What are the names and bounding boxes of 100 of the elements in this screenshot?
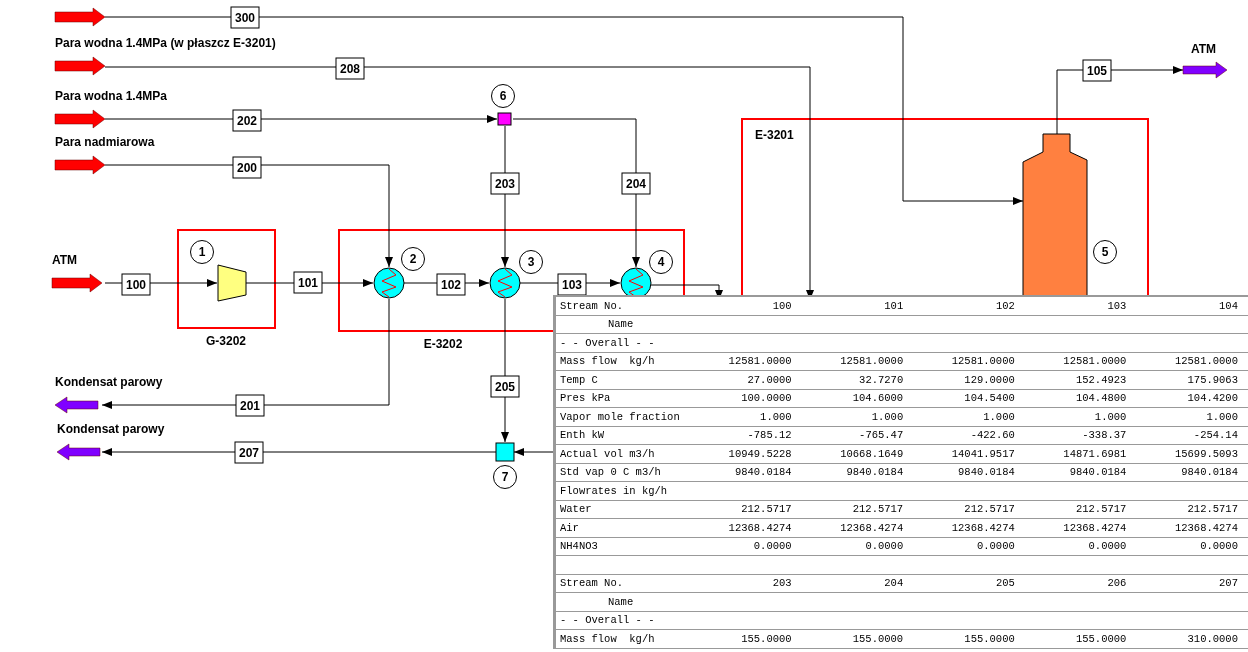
section-label: Flowrates in kg/h (559, 484, 669, 497)
table-cell-text: 12581.0000 (839, 355, 904, 368)
table-cell-text: 14871.6981 (1062, 447, 1127, 460)
table-cell-text: 104.4200 (1186, 392, 1238, 405)
table-cell-text: 12581.0000 (950, 355, 1015, 368)
outlet-arrow (1182, 61, 1228, 79)
unit-number: 6 (491, 84, 515, 108)
table-cell-text: 175.9063 (1186, 373, 1238, 386)
stream-number: 100 (121, 273, 151, 296)
heat-exchanger-icon (489, 267, 521, 299)
table-cell-text: 102 (994, 299, 1015, 312)
table-cell-text: 152.4923 (1074, 373, 1127, 386)
table-cell-text: 207 (1218, 577, 1238, 590)
table-cell-text: 212.5717 (963, 503, 1015, 516)
table-cell-text: 104.4800 (1074, 392, 1127, 405)
row-label: Name (607, 318, 635, 331)
table-cell-text: 14041.9517 (950, 447, 1015, 460)
stream-label: ATM (52, 253, 78, 267)
unit-label: E-3202 (423, 337, 463, 351)
table-cell-text: 0.0000 (1199, 540, 1238, 553)
section-label: - - Overall - - (559, 614, 656, 627)
table-cell-text: 12581.0000 (1062, 355, 1127, 368)
table-cell-text: 104.6000 (851, 392, 904, 405)
table-cell-text: 9840.0184 (1068, 466, 1127, 479)
stream-number: 103 (557, 273, 587, 296)
table-cell-text: -785.12 (746, 429, 792, 442)
stream-label: Para nadmiarowa (55, 135, 155, 149)
stream-number: 102 (436, 273, 466, 296)
row-label: Actual vol m3/h (559, 447, 656, 460)
table-cell-text: 104.5400 (963, 392, 1015, 405)
unit-number: 1 (190, 240, 214, 264)
row-label: Mass flow kg/h (559, 632, 656, 645)
stream-number: 101 (293, 271, 323, 294)
table-cell-text: 203 (771, 577, 792, 590)
compressor-icon (217, 264, 247, 302)
section-label: - - Overall - - (559, 336, 656, 349)
stream-label: ATM (1191, 42, 1217, 56)
unit-number: 2 (401, 247, 425, 271)
stream-label: Kondensat parowy (55, 375, 163, 389)
unit-number: 7 (493, 465, 517, 489)
table-cell-text: 1.000 (982, 410, 1015, 423)
feed-arrow (54, 155, 106, 175)
table-cell-text: 0.0000 (752, 540, 792, 553)
table-cell-text: -765.47 (858, 429, 904, 442)
table-cell-text: 101 (883, 299, 904, 312)
table-cell-text: 12368.4274 (950, 521, 1015, 534)
table-cell-text: 9840.0184 (733, 466, 792, 479)
table-cell-text: 155.0000 (851, 632, 904, 645)
unit-number: 3 (519, 250, 543, 274)
table-cell-text: 12581.0000 (727, 355, 792, 368)
stream-number: 204 (621, 172, 651, 195)
row-label: Vapor mole fraction (559, 410, 680, 423)
table-cell-text: 310.0000 (1186, 632, 1238, 645)
stream-number: 300 (230, 6, 260, 29)
row-label: Name (607, 595, 635, 608)
table-cell-text: 212.5717 (740, 503, 792, 516)
row-label: Air (559, 521, 580, 534)
table-cell-text: 10668.1649 (839, 447, 904, 460)
stream-number: 201 (235, 394, 265, 417)
table-cell-text: 0.0000 (864, 540, 904, 553)
stream-label: Para wodna 1.4MPa (55, 89, 168, 103)
row-label: Temp C (559, 373, 599, 386)
table-cell-text: 206 (1106, 577, 1127, 590)
stream-number: 205 (490, 375, 520, 398)
row-label: Stream No. (559, 299, 624, 312)
row-label: NH4NO3 (559, 540, 599, 553)
row-label: Enth kW (559, 429, 606, 442)
table-cell-text: 32.7270 (858, 373, 904, 386)
table-cell-text: 9840.0184 (845, 466, 904, 479)
stream-number: 200 (232, 156, 262, 179)
table-cell-text: 104 (1218, 299, 1238, 312)
table-cell-text: 12368.4274 (727, 521, 792, 534)
row-label: Mass flow kg/h (559, 355, 656, 368)
stream-number: 202 (232, 109, 262, 132)
table-cell-text: 12581.0000 (1173, 355, 1238, 368)
table-cell-text: 0.0000 (1087, 540, 1127, 553)
stream-label: Para wodna 1.4MPa (w płaszcz E-3201) (55, 36, 276, 50)
unit-number: 5 (1093, 240, 1117, 264)
table-cell-text: 212.5717 (851, 503, 904, 516)
row-label: Std vap 0 C m3/h (559, 466, 662, 479)
feed-arrow (54, 7, 106, 27)
feed-arrow (54, 109, 106, 129)
table-cell-text: 155.0000 (740, 632, 792, 645)
unit-label: G-3202 (206, 334, 246, 348)
table-cell-text: 12368.4274 (1062, 521, 1127, 534)
table-cell-text: 27.0000 (746, 373, 792, 386)
mixer-icon (497, 112, 512, 126)
mixer-icon (495, 442, 515, 462)
table-cell-text: 0.0000 (975, 540, 1015, 553)
feed-arrow (51, 273, 103, 293)
table-cell-text: 1.000 (870, 410, 904, 423)
table-cell-text: 1.000 (1093, 410, 1127, 423)
row-label: Water (559, 503, 593, 516)
unit-number: 4 (649, 250, 673, 274)
table-cell-text: 100.0000 (740, 392, 792, 405)
table-cell-text: 155.0000 (963, 632, 1015, 645)
table-cell-text: 1.000 (1205, 410, 1238, 423)
table-cell-text: 9840.0184 (1180, 466, 1238, 479)
row-label: Pres kPa (559, 392, 612, 405)
table-cell-text: 103 (1106, 299, 1127, 312)
